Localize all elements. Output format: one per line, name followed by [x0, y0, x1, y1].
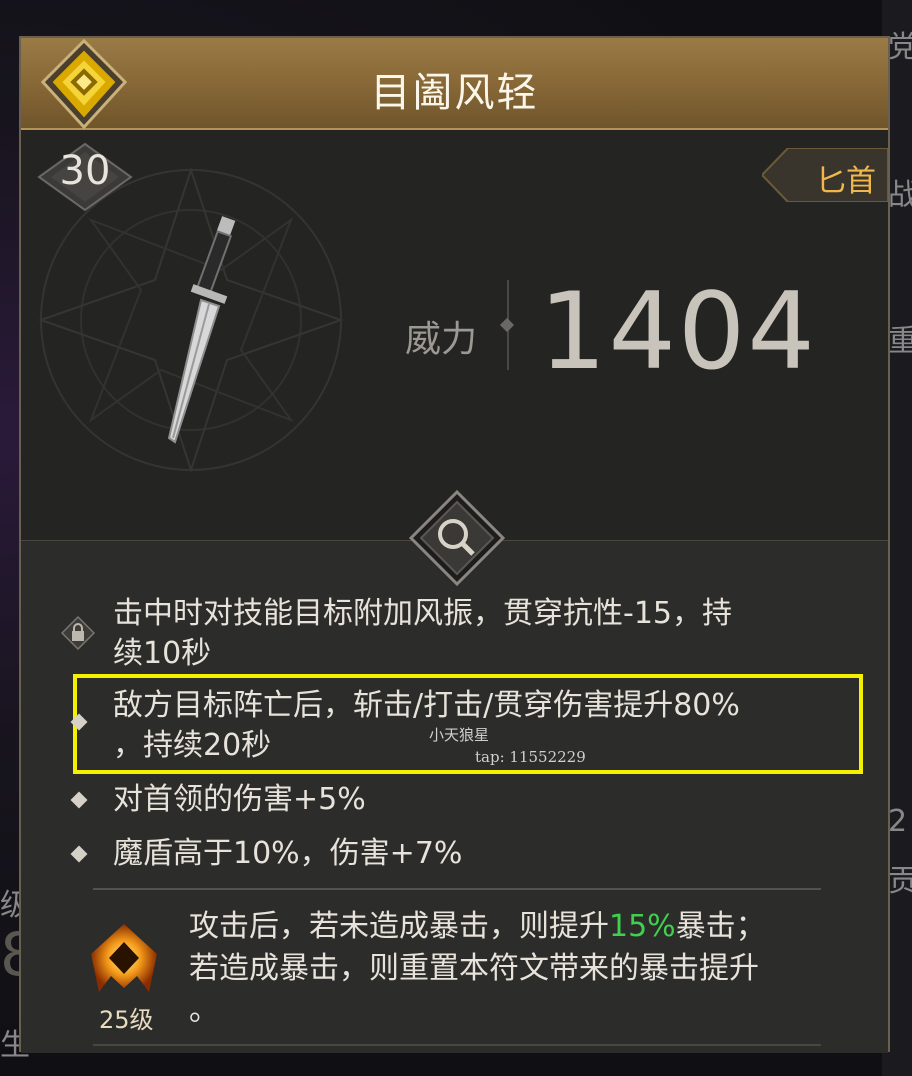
weapon-type-label: 匕首: [816, 164, 876, 199]
power-value: 1404: [539, 270, 817, 393]
affix-line: 对首领的伤害+5%: [113, 782, 366, 817]
rune-text-part: 暴击；: [675, 909, 766, 944]
bg-glyph: 重: [888, 324, 912, 359]
bottom-divider: [93, 1044, 821, 1046]
watermark-tap: tap: 11552229: [475, 748, 586, 766]
item-name: 目阖风轻: [370, 70, 539, 116]
affix-line: 魔盾高于10%，伤害+7%: [113, 836, 463, 871]
rune-text-line: 若造成暴击，则重置本符文带来的暴击提升: [189, 951, 759, 986]
affix-line: 敌方目标阵亡后，斩击/打击/贯穿伤害提升80%: [113, 688, 740, 723]
bg-glyph: 2: [888, 804, 908, 839]
affix-line: 击中时对技能目标附加风振，贯穿抗性-15，持: [113, 596, 732, 631]
section-divider: [93, 888, 821, 890]
rune-level: 25级: [99, 1006, 154, 1034]
tooltip-header: 目阖风轻: [21, 38, 888, 130]
item-level: 30: [59, 148, 111, 194]
dagger-icon: [167, 216, 236, 444]
bg-glyph: 贡: [888, 864, 912, 899]
bg-glyph: 党: [888, 30, 912, 65]
watermark-name: 小天狼星: [429, 726, 490, 744]
rune-text-line: 。: [189, 993, 219, 1028]
rune-description: 攻击后，若未造成暴击，则提升15%暴击； 若造成暴击，则重置本符文带来的暴击提升…: [189, 906, 849, 1032]
power-divider-diamond: [499, 317, 515, 333]
affix-line: 续10秒: [113, 636, 212, 671]
item-preview-area: 30 匕首 威力 1404: [21, 130, 888, 540]
rune-text-part: 攻击后，若未造成暴击，则提升: [189, 909, 609, 944]
rune-icon: [91, 924, 157, 992]
power-label: 威力: [405, 319, 478, 360]
lock-icon: [61, 616, 95, 650]
rune-value-highlight: 15%: [609, 909, 676, 944]
item-tooltip-card: 目阖风轻 30 匕首 威力 1404 击中时对技能目标附加风振，贯穿抗性-15，…: [19, 36, 890, 1053]
affix-line: ，持续20秒: [113, 728, 272, 763]
inspect-button[interactable]: [407, 488, 507, 588]
bg-glyph: 战: [888, 178, 912, 213]
